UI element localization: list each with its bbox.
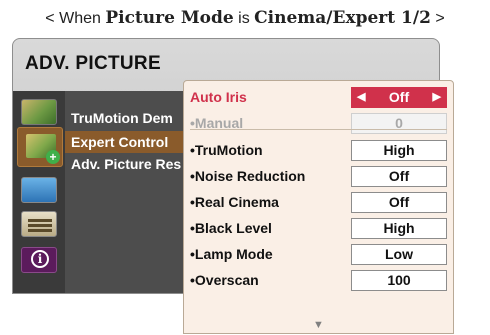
setting-label: •Black Level bbox=[190, 220, 272, 236]
setting-value: 0 bbox=[351, 113, 447, 134]
mode-caption: < When Picture Mode is Cinema/Expert 1/2… bbox=[0, 8, 490, 28]
caption-mode-value: Cinema/Expert 1/2 bbox=[254, 8, 431, 28]
auto-iris-selector[interactable]: ◀ Off ▶ bbox=[351, 87, 447, 108]
menu-item-expert-control[interactable]: Expert Control bbox=[65, 131, 193, 153]
menu-icon-column: + i bbox=[13, 91, 65, 293]
divider bbox=[190, 129, 447, 130]
setting-value[interactable]: Off bbox=[351, 192, 447, 213]
setting-row-noise-reduction[interactable]: •Noise Reduction Off bbox=[184, 164, 453, 188]
setting-value[interactable]: High bbox=[351, 218, 447, 239]
setting-label: •Noise Reduction bbox=[190, 168, 306, 184]
arrow-right-icon[interactable]: ▶ bbox=[433, 88, 441, 107]
setting-row-lamp-mode[interactable]: •Lamp Mode Low bbox=[184, 242, 453, 266]
menu-item-trumotion-demo[interactable]: TruMotion Dem bbox=[65, 107, 173, 129]
caption-middle: is bbox=[233, 10, 255, 27]
picture-icon[interactable] bbox=[21, 99, 57, 125]
setting-label: •Overscan bbox=[190, 272, 259, 288]
caption-mode-name: Picture Mode bbox=[105, 8, 234, 28]
scroll-down-icon[interactable]: ▼ bbox=[184, 319, 453, 331]
screen-icon[interactable] bbox=[21, 177, 57, 203]
caption-prefix: < When bbox=[45, 10, 106, 27]
setting-value[interactable]: High bbox=[351, 140, 447, 161]
adv-picture-title: ADV. PICTURE bbox=[25, 53, 161, 74]
setting-label: Auto Iris bbox=[190, 89, 247, 105]
setting-label: •Real Cinema bbox=[190, 194, 279, 210]
setting-label: •Manual bbox=[190, 115, 244, 131]
setting-row-auto-iris[interactable]: Auto Iris ◀ Off ▶ bbox=[184, 85, 453, 109]
setting-value[interactable]: 100 bbox=[351, 270, 447, 291]
setting-value[interactable]: Low bbox=[351, 244, 447, 265]
expert-control-submenu: Auto Iris ◀ Off ▶ •Manual 0 •TruMotion H… bbox=[183, 80, 454, 334]
setting-label: •Lamp Mode bbox=[190, 246, 273, 262]
caption-suffix: > bbox=[430, 10, 445, 27]
setting-row-real-cinema[interactable]: •Real Cinema Off bbox=[184, 190, 453, 214]
option-tools-icon[interactable] bbox=[21, 211, 57, 237]
setting-row-manual: •Manual 0 bbox=[184, 111, 453, 135]
setting-row-overscan[interactable]: •Overscan 100 bbox=[184, 268, 453, 292]
arrow-left-icon[interactable]: ◀ bbox=[357, 88, 365, 107]
menu-item-adv-picture-reset[interactable]: Adv. Picture Res bbox=[65, 153, 181, 175]
expert-control-icon[interactable]: + bbox=[17, 127, 63, 167]
setting-row-trumotion[interactable]: •TruMotion High bbox=[184, 138, 453, 162]
setting-row-black-level[interactable]: •Black Level High bbox=[184, 216, 453, 240]
setting-label: •TruMotion bbox=[190, 142, 263, 158]
setting-value[interactable]: Off bbox=[351, 166, 447, 187]
info-icon[interactable]: i bbox=[21, 247, 57, 273]
setting-value: Off bbox=[388, 89, 410, 105]
